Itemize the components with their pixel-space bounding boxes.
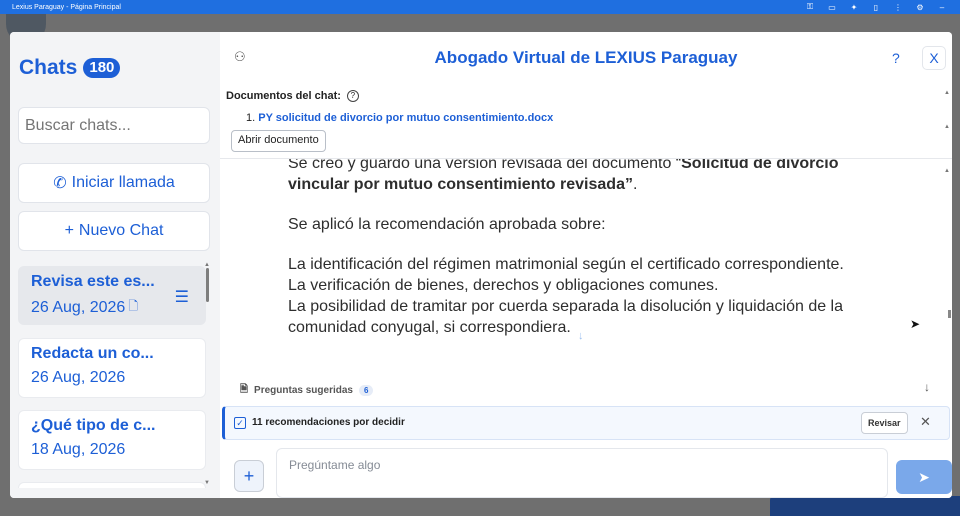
document-link[interactable]: PY solicitud de divorcio por mutuo conse… xyxy=(258,112,553,124)
chat-item-title: ¿Qué tipo de c... xyxy=(31,417,156,434)
chat-scrollbar[interactable] xyxy=(948,310,951,318)
open-document-button[interactable]: Abrir documento xyxy=(231,130,326,152)
sidebar-scrollbar[interactable] xyxy=(206,268,209,302)
titlebar-icons: ⚿ ▭ ✦ ▯ ⋮ ⚙ – xyxy=(804,0,948,14)
phone-icon: ✆ xyxy=(53,175,67,192)
documents-header: Documentos del chat: ? xyxy=(226,90,359,102)
message-bullet: La posibilidad de tramitar por cuerda se… xyxy=(288,296,848,338)
close-button[interactable]: X xyxy=(922,46,946,70)
attach-button[interactable]: + xyxy=(234,460,264,492)
backdrop-button xyxy=(770,496,960,516)
window-title: Lexius Paraguay - Página Principal xyxy=(12,3,121,11)
chats-sidebar: Chats 180 ✆ Iniciar llamada + Nuevo Chat… xyxy=(10,32,220,498)
more-icon[interactable]: ⋮ xyxy=(892,3,904,12)
message-bullet: La identificación del régimen matrimonia… xyxy=(288,254,848,275)
assistant-message: Se creó y guardó una versión revisada de… xyxy=(288,159,848,371)
scroll-down-icon[interactable]: ▲ xyxy=(944,124,950,130)
chat-panel: ⚇ Abogado Virtual de LEXIUS Paraguay ? X… xyxy=(220,32,952,498)
scroll-up-icon[interactable]: ▲ xyxy=(944,168,950,174)
tab-icon[interactable]: ▭ xyxy=(826,3,838,12)
plus-icon: + xyxy=(64,222,74,239)
review-button[interactable]: Revisar xyxy=(861,412,908,434)
chat-list[interactable]: Revisa este es... 26 Aug, 2026 🗋 ☰ Redac… xyxy=(18,266,210,488)
message-input[interactable]: Pregúntame algo xyxy=(276,448,888,498)
suggested-label: Preguntas sugeridas xyxy=(254,385,353,396)
chat-modal: Chats 180 ✆ Iniciar llamada + Nuevo Chat… xyxy=(10,32,952,498)
message-bullet: La verificación de bienes, derechos y ob… xyxy=(288,275,848,296)
suggested-questions[interactable]: 🗎 Preguntas sugeridas 6 xyxy=(240,382,374,399)
message-paragraph: Se creó y guardó una versión revisada de… xyxy=(288,159,839,193)
chat-item-title: Redacta un co... xyxy=(31,345,154,362)
chats-header: Chats 180 xyxy=(19,56,121,80)
chat-item[interactable]: Redacta un co... 26 Aug, 2026 xyxy=(18,338,206,398)
chat-item[interactable]: ¿Qué tipo de c... 18 Aug, 2026 xyxy=(18,410,206,470)
suggested-count-badge: 6 xyxy=(358,385,374,396)
chats-count-badge: 180 xyxy=(83,58,121,78)
send-icon: ➤ xyxy=(918,469,930,485)
chat-item[interactable]: Revisa este es... 26 Aug, 2026 🗋 ☰ xyxy=(18,266,206,325)
mouse-cursor-icon: ➤ xyxy=(910,317,921,331)
document-list-item: 1. PY solicitud de divorcio por mutuo co… xyxy=(246,112,553,124)
close-icon[interactable]: ✕ xyxy=(920,414,931,430)
chat-item-title: Revisa este es... xyxy=(31,273,155,290)
panel-icon[interactable]: ▯ xyxy=(870,3,882,12)
send-button[interactable]: ➤ xyxy=(896,460,952,494)
extension-icon[interactable]: ✦ xyxy=(848,3,860,12)
message-list: La identificación del régimen matrimonia… xyxy=(288,254,848,338)
arrow-down-icon[interactable]: ↓ xyxy=(924,380,930,394)
new-chat-button[interactable]: + Nuevo Chat xyxy=(18,211,210,251)
menu-icon[interactable]: ☰ xyxy=(175,287,189,307)
chats-title: Chats xyxy=(19,56,78,79)
search-chats-input[interactable] xyxy=(18,107,210,144)
document-icon: 🗋 xyxy=(128,299,138,313)
checkbox-icon: ✓ xyxy=(234,417,246,429)
minimize-icon[interactable]: – xyxy=(936,3,948,12)
chat-item-date: 26 Aug, 2026 xyxy=(31,369,126,386)
start-call-label: Iniciar llamada xyxy=(71,174,175,191)
chat-item-date: 26 Aug, 2026 xyxy=(31,298,126,316)
chat-item-date: 18 Aug, 2026 xyxy=(31,441,126,458)
scroll-down-icon[interactable]: ▼ xyxy=(204,480,210,486)
document-number: 1. xyxy=(246,112,256,124)
recommendations-text: 11 recomendaciones por decidir xyxy=(252,417,405,428)
help-button[interactable]: ? xyxy=(892,50,900,66)
help-circle-icon[interactable]: ? xyxy=(346,90,359,102)
start-call-button[interactable]: ✆ Iniciar llamada xyxy=(18,163,210,203)
recommendations-bar: ✓ 11 recomendaciones por decidir Revisar… xyxy=(222,406,950,440)
chat-title: Abogado Virtual de LEXIUS Paraguay xyxy=(434,48,738,67)
new-chat-label: Nuevo Chat xyxy=(78,222,164,239)
documents-label: Documentos del chat: xyxy=(226,90,341,102)
document-icon: 🗎 xyxy=(240,384,249,395)
chat-item[interactable] xyxy=(18,482,206,488)
settings-icon[interactable]: ⚙ xyxy=(914,3,926,12)
scroll-up-icon[interactable]: ▲ xyxy=(944,90,950,96)
key-icon[interactable]: ⚿ xyxy=(804,2,816,12)
window-titlebar: Lexius Paraguay - Página Principal ⚿ ▭ ✦… xyxy=(0,0,960,14)
message-paragraph: Se aplicó la recomendación aprobada sobr… xyxy=(288,216,606,233)
scroll-to-bottom-icon[interactable]: ↓ xyxy=(578,330,584,342)
